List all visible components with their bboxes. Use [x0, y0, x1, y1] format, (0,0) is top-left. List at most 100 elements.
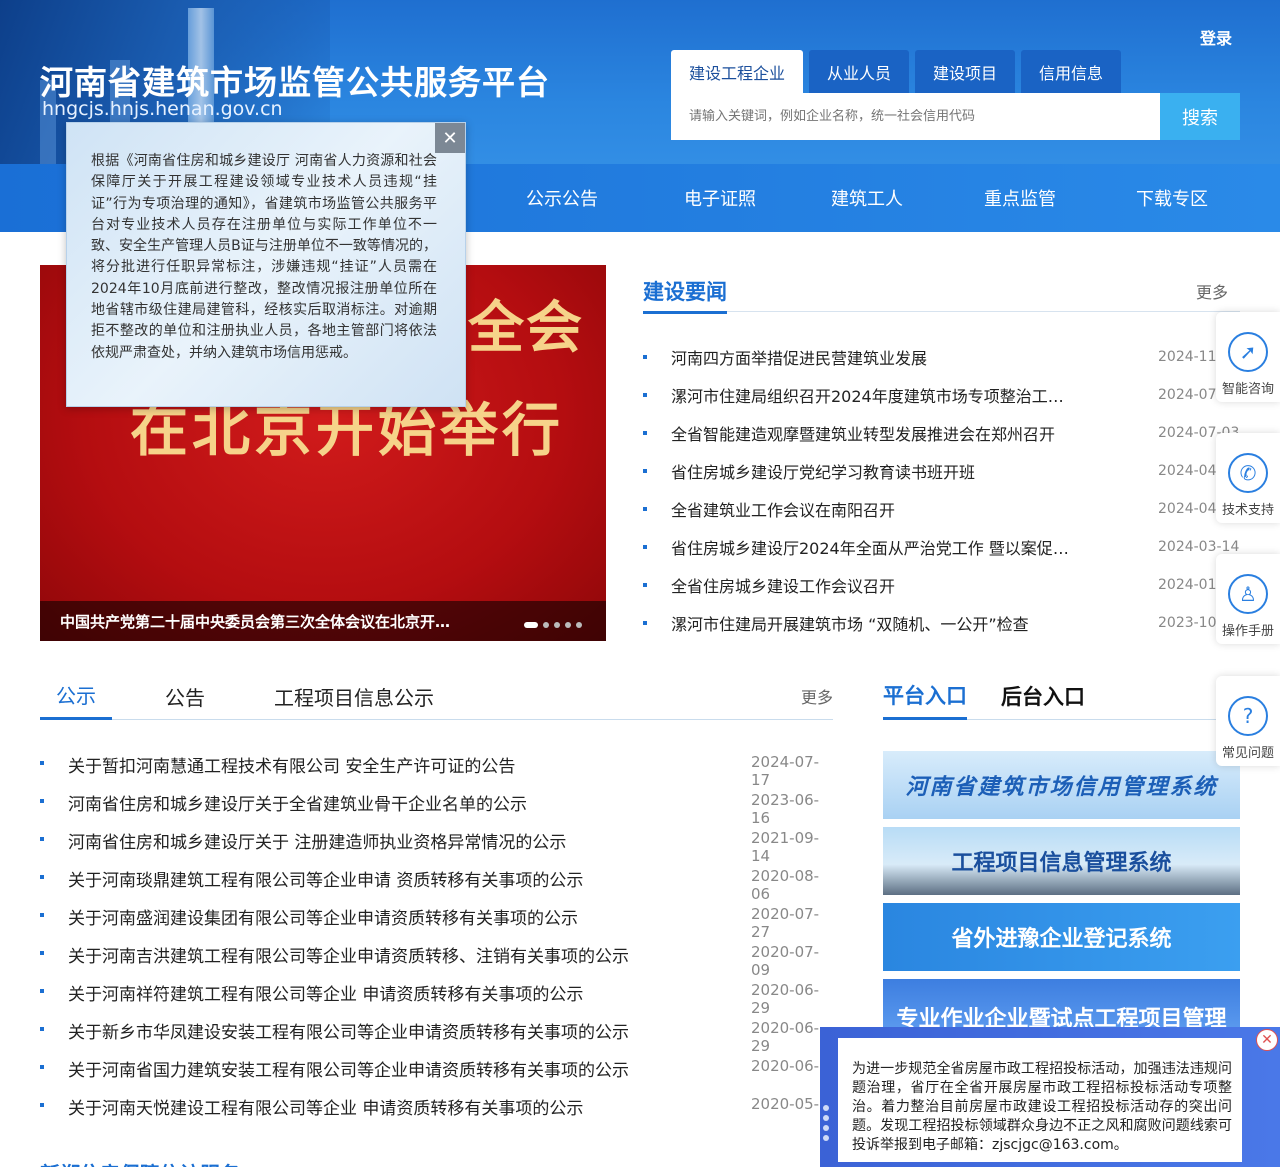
tab-publicity[interactable]: 公示 — [40, 672, 112, 720]
bullet-icon — [40, 837, 44, 841]
search-tab-enterprise[interactable]: 建设工程企业 — [671, 50, 804, 93]
list-item[interactable]: 关于新乡市华凤建设安装工程有限公司等企业申请资质转移有关事项的公示 2020-06… — [40, 1010, 833, 1055]
list-item[interactable]: 全省建筑业工作会议在南阳召开 2024-04 — [643, 490, 1240, 528]
news-item-title[interactable]: 全省住房城乡建设工作会议召开 — [671, 573, 1076, 597]
list-item[interactable]: 关于河南吉洪建筑工程有限公司等企业申请资质转移、注销有关事项的公示 2020-07… — [40, 934, 833, 979]
news-item-title[interactable]: 省住房城乡建设厅2024年全面从严治党工作 暨以案促改警示教育会议召开 — [671, 535, 1076, 559]
side-button-support[interactable]: ✆ 技术支持 — [1216, 433, 1280, 523]
news-more-link[interactable]: 更多 — [1196, 279, 1228, 303]
news-header: 建设要闻 更多 — [643, 272, 1240, 314]
list-item[interactable]: 关于河南盛润建设集团有限公司等企业申请资质转移有关事项的公示 2020-07-27 — [40, 896, 833, 941]
notice-popup-text: 根据《河南省住房和城乡建设厅 河南省人力资源和社会保障厅关于开展工程建设领域专业… — [91, 153, 437, 361]
notice-item-title[interactable]: 关于新乡市华凤建设安装工程有限公司等企业申请资质转移有关事项的公示 — [68, 1018, 629, 1043]
search-tab-credit[interactable]: 信用信息 — [1021, 50, 1122, 93]
floating-notice-body: 为进一步规范全省房屋市政工程招投标活动，加强违法违规问题治理，省厅在全省开展房屋… — [838, 1038, 1242, 1162]
carousel-dot[interactable] — [524, 622, 538, 628]
portal-card-specialized-enterprise[interactable]: 专业作业企业暨试点工程项目管理 — [883, 979, 1240, 1032]
news-item-date: 2024-04 — [1158, 463, 1217, 479]
list-item[interactable]: 关于暂扣河南慧通工程技术有限公司 安全生产许可证的公告 2024-07-17 — [40, 744, 833, 789]
notice-item-title[interactable]: 关于河南吉洪建筑工程有限公司等企业申请资质转移、注销有关事项的公示 — [68, 942, 629, 967]
list-item[interactable]: 漯河市住建局组织召开2024年度建筑市场专项整治工作推进会 2024-07-09 — [643, 376, 1240, 414]
notice-item-title[interactable]: 关于河南盛润建设集团有限公司等企业申请资质转移有关事项的公示 — [68, 904, 578, 929]
notice-item-title[interactable]: 关于河南祥符建筑工程有限公司等企业 申请资质转移有关事项的公示 — [68, 980, 583, 1005]
list-item[interactable]: 全省住房城乡建设工作会议召开 2024-01 — [643, 566, 1240, 604]
list-item[interactable]: 关于河南琰鼎建筑工程有限公司等企业申请 资质转移有关事项的公示 2020-08-0… — [40, 858, 833, 903]
list-item[interactable]: 关于河南省国力建筑安装工程有限公司等企业申请资质转移有关事项的公示 2020-06… — [40, 1048, 833, 1086]
tab-announcement[interactable]: 公告 — [165, 672, 205, 720]
portal-card-outside-enterprise[interactable]: 省外进豫企业登记系统 — [883, 903, 1240, 971]
bullet-icon — [40, 1065, 44, 1069]
notice-popup: 根据《河南省住房和城乡建设厅 河南省人力资源和社会保障厅关于开展工程建设领域专业… — [66, 122, 466, 407]
floating-notice: 为进一步规范全省房屋市政工程招投标活动，加强违法违规问题治理，省厅在全省开展房屋… — [820, 1027, 1280, 1167]
list-item[interactable]: 漯河市住建局开展建筑市场 “双随机、一公开”检查 2023-10 — [643, 604, 1240, 642]
floating-notice-text: 为进一步规范全省房屋市政工程招投标活动，加强违法违规问题治理，省厅在全省开展房屋… — [852, 1061, 1232, 1153]
notice-item-title[interactable]: 关于河南天悦建设工程有限公司等企业 申请资质转移有关事项的公示 — [68, 1094, 583, 1119]
nav-item-announcements[interactable]: 公示公告 — [526, 164, 598, 232]
side-button-faq[interactable]: ? 常见问题 — [1216, 676, 1280, 766]
bullet-icon — [643, 469, 647, 473]
tab-admin-entry[interactable]: 后台入口 — [1001, 672, 1085, 720]
carousel-dot[interactable] — [554, 622, 560, 628]
news-item-date: 2023-10 — [1158, 615, 1217, 631]
search-tab-personnel[interactable]: 从业人员 — [809, 50, 910, 93]
bullet-icon — [40, 913, 44, 917]
news-item-title[interactable]: 全省建筑业工作会议在南阳召开 — [671, 497, 1076, 521]
list-item[interactable]: 关于河南天悦建设工程有限公司等企业 申请资质转移有关事项的公示 2020-05-2 — [40, 1086, 833, 1124]
bullet-icon — [643, 393, 647, 397]
banner-caption: 中国共产党第二十届中央委员会第三次全体会议在北京开始举行 — [40, 601, 606, 641]
bullet-icon — [643, 431, 647, 435]
news-list: 河南四方面举措促进民营建筑业发展 2024-11-20 漯河市住建局组织召开202… — [643, 338, 1240, 642]
list-item[interactable]: 省住房城乡建设厅2024年全面从严治党工作 暨以案促改警示教育会议召开 2024-… — [643, 528, 1240, 566]
list-item[interactable]: 省住房城乡建设厅党纪学习教育读书班开班 2024-04 — [643, 452, 1240, 490]
bullet-icon — [643, 621, 647, 625]
news-item-title[interactable]: 漯河市住建局组织召开2024年度建筑市场专项整治工作推进会 — [671, 383, 1076, 407]
nav-item-supervision[interactable]: 重点监管 — [984, 164, 1056, 232]
site-url: hngcjs.hnjs.henan.gov.cn — [42, 98, 283, 120]
portal-card-credit-system[interactable]: 河南省建筑市场信用管理系统 — [883, 751, 1240, 819]
close-icon[interactable]: ✕ — [435, 123, 465, 153]
notice-item-title[interactable]: 河南省住房和城乡建设厅关于全省建筑业骨干企业名单的公示 — [68, 790, 527, 815]
notice-item-title[interactable]: 关于暂扣河南慧通工程技术有限公司 安全生产许可证的公告 — [68, 752, 515, 777]
news-item-title[interactable]: 省住房城乡建设厅党纪学习教育读书班开班 — [671, 459, 1076, 483]
side-button-consult[interactable]: ➚ 智能咨询 — [1216, 312, 1280, 402]
portal-tabs: 平台入口 后台入口 — [883, 672, 1240, 720]
news-item-title[interactable]: 漯河市住建局开展建筑市场 “双随机、一公开”检查 — [671, 611, 1076, 635]
notice-item-title[interactable]: 河南省住房和城乡建设厅关于 注册建造师执业资格异常情况的公示 — [68, 828, 566, 853]
news-item-date: 2024-04 — [1158, 501, 1217, 517]
list-item[interactable]: 河南省住房和城乡建设厅关于全省建筑业骨干企业名单的公示 2023-06-16 — [40, 782, 833, 827]
search-tab-project[interactable]: 建设项目 — [915, 50, 1016, 93]
notice-item-title[interactable]: 关于河南省国力建筑安装工程有限公司等企业申请资质转移有关事项的公示 — [68, 1056, 629, 1081]
search-input[interactable] — [689, 109, 1143, 124]
news-item-title[interactable]: 河南四方面举措促进民营建筑业发展 — [671, 345, 1076, 369]
side-button-label: 常见问题 — [1221, 746, 1274, 761]
notice-item-date: 2020-05-2 — [751, 1095, 829, 1113]
carousel-dot[interactable] — [565, 622, 571, 628]
notice-item-title[interactable]: 关于河南琰鼎建筑工程有限公司等企业申请 资质转移有关事项的公示 — [68, 866, 583, 891]
list-item[interactable]: 关于河南祥符建筑工程有限公司等企业 申请资质转移有关事项的公示 2020-06-2… — [40, 972, 833, 1017]
list-item[interactable]: 河南四方面举措促进民营建筑业发展 2024-11-20 — [643, 338, 1240, 376]
search-box — [671, 93, 1161, 140]
side-button-manual[interactable]: ♙ 操作手册 — [1216, 554, 1280, 644]
login-link[interactable]: 登录 — [1200, 25, 1232, 49]
user-icon: ♙ — [1228, 574, 1268, 614]
close-icon[interactable]: ✕ — [1256, 1029, 1278, 1051]
search-button[interactable]: 搜索 — [1160, 93, 1240, 140]
nav-item-workers[interactable]: 建筑工人 — [831, 164, 903, 232]
tab-platform-entry[interactable]: 平台入口 — [883, 672, 967, 720]
site-title: 河南省建筑市场监管公共服务平台 — [40, 63, 550, 102]
carousel-dot[interactable] — [543, 622, 549, 628]
nav-item-downloads[interactable]: 下载专区 — [1136, 164, 1208, 232]
portal-card-project-system[interactable]: 工程项目信息管理系统 — [883, 827, 1240, 895]
list-item[interactable]: 全省智能建造观摩暨建筑业转型发展推进会在郑州召开 2024-07-03 — [643, 414, 1240, 452]
carousel-dot[interactable] — [576, 622, 582, 628]
list-item[interactable]: 河南省住房和城乡建设厅关于 注册建造师执业资格异常情况的公示 2021-09-14 — [40, 820, 833, 865]
news-item-title[interactable]: 全省智能建造观摩暨建筑业转型发展推进会在郑州召开 — [671, 421, 1076, 445]
notice-more-link[interactable]: 更多 — [801, 684, 833, 708]
tab-project-info[interactable]: 工程项目信息公示 — [274, 672, 434, 720]
news-title: 建设要闻 — [643, 276, 727, 314]
phone-icon: ✆ — [1228, 453, 1268, 493]
nav-item-certificates[interactable]: 电子证照 — [684, 164, 756, 232]
news-item-date: 2024-03-14 — [1158, 539, 1240, 555]
drag-handle[interactable] — [823, 1105, 829, 1141]
compass-icon: ➚ — [1228, 332, 1268, 372]
